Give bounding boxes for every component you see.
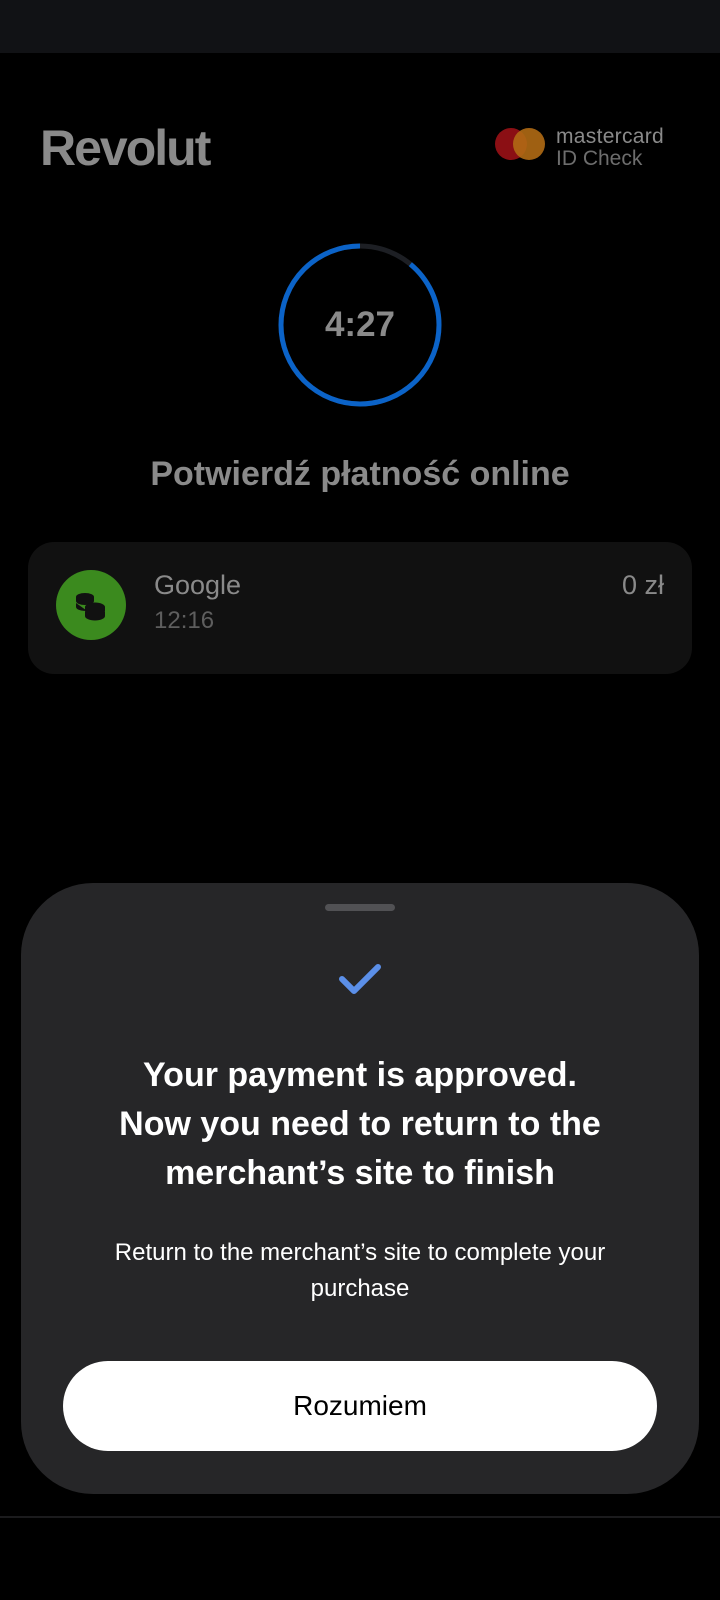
page-title: Potwierdź płatność online xyxy=(150,455,570,493)
mastercard-logo-icon xyxy=(495,128,545,160)
approval-title: Your payment is approved. Now you need t… xyxy=(51,1051,669,1198)
approval-subtitle-line: purchase xyxy=(310,1275,410,1302)
countdown-timer: 4:27 xyxy=(276,241,444,409)
revolut-logo: Revolut xyxy=(40,120,211,176)
approval-title-line: Your payment is approved. xyxy=(143,1056,577,1094)
approval-subtitle-line: Return to the merchant’s site to complet… xyxy=(114,1239,606,1266)
mastercard-wordmark: mastercard xyxy=(556,125,665,148)
navigation-bar-divider xyxy=(0,1516,720,1518)
mastercard-id-check-badge: mastercard ID Check xyxy=(494,124,684,174)
approval-subtitle: Return to the merchant’s site to complet… xyxy=(71,1235,649,1307)
approval-bottom-sheet: Your payment is approved. Now you need t… xyxy=(21,883,699,1494)
status-bar xyxy=(0,0,720,53)
transaction-amount: 0 zł xyxy=(621,570,664,600)
checkmark-icon xyxy=(339,964,381,994)
timer-value: 4:27 xyxy=(324,305,396,344)
coins-icon xyxy=(76,593,105,621)
transaction-time: 12:16 xyxy=(154,607,215,634)
sheet-drag-handle[interactable] xyxy=(325,904,395,911)
transaction-card: Google 12:16 0 zł xyxy=(28,542,692,674)
approval-title-line: merchant’s site to finish xyxy=(165,1154,555,1192)
id-check-label: ID Check xyxy=(556,147,643,170)
rozumiem-button[interactable]: Rozumiem xyxy=(63,1361,657,1451)
merchant-name: Google xyxy=(154,570,242,600)
approval-title-line: Now you need to return to the xyxy=(119,1105,601,1143)
merchant-avatar xyxy=(56,570,126,640)
